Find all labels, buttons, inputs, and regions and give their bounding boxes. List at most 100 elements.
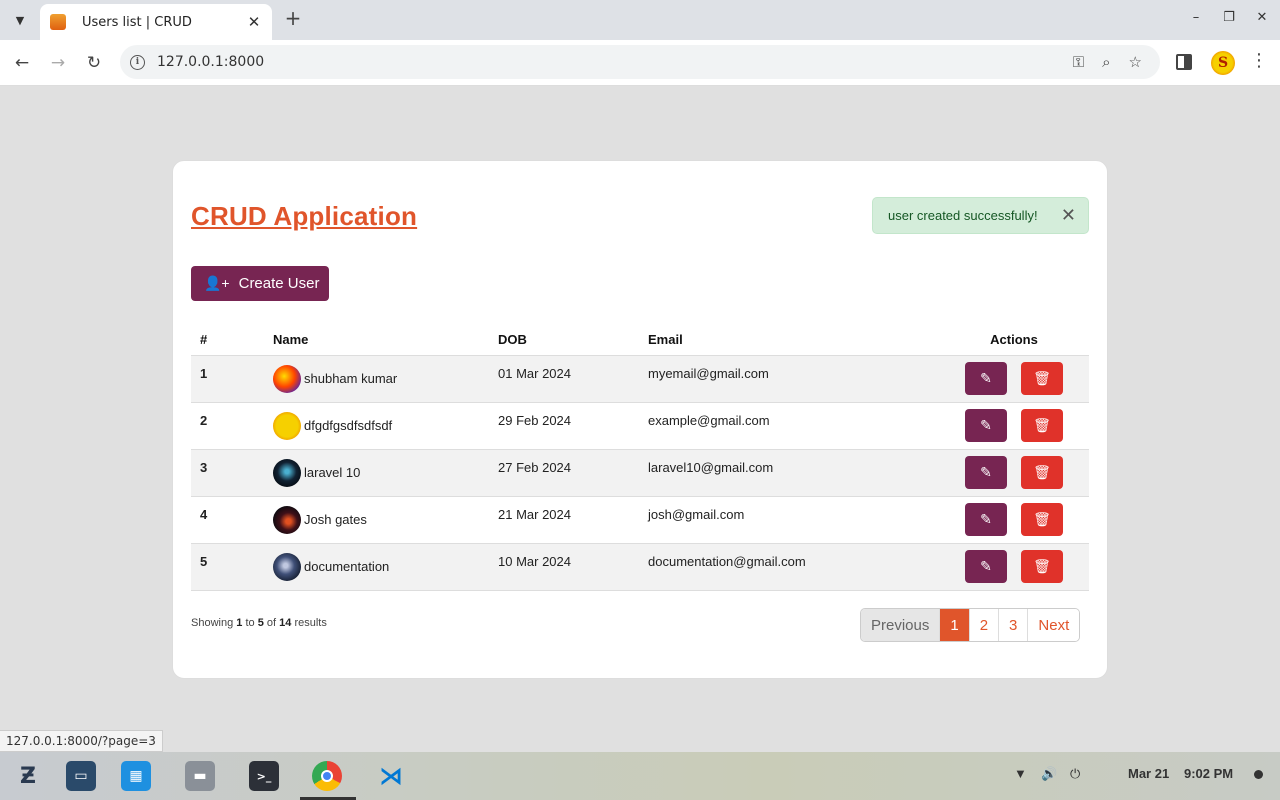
success-alert: user created successfully! ✕ [872, 197, 1089, 234]
edit-button[interactable]: ✎ [965, 550, 1007, 583]
taskbar-time[interactable]: 9:02 PM [1184, 766, 1233, 781]
database-favicon-icon [50, 14, 66, 30]
pagination: Previous 1 2 3 Next [860, 608, 1081, 642]
taskbar-date[interactable]: Mar 21 [1128, 766, 1169, 781]
trash-icon: 🗑 [1033, 370, 1051, 386]
create-user-button[interactable]: 👤+ Create User [191, 266, 329, 301]
window-close-icon[interactable]: ✕ [1252, 10, 1272, 25]
side-panel-icon[interactable] [1176, 54, 1192, 70]
page-3-button[interactable]: 3 [998, 609, 1028, 641]
header-email: Email [639, 325, 939, 356]
volume-icon[interactable]: 🔊 [1041, 766, 1057, 782]
table-row: 2 dfgdfgsdfsdfsdf 29 Feb 2024 example@gm… [191, 402, 1089, 450]
user-name: documentation [304, 559, 390, 574]
previous-page-button[interactable]: Previous [861, 609, 940, 641]
bookmark-star-icon[interactable]: ☆ [1129, 53, 1142, 71]
workspaces-icon[interactable]: ▭ [66, 761, 96, 791]
user-avatar [273, 552, 301, 581]
user-name: dfgdfgsdfsdfsdf [304, 418, 393, 433]
trash-icon: 🗑 [1033, 417, 1051, 433]
user-name: Josh gates [304, 512, 367, 527]
table-row: 5 documentation 10 Mar 2024 documentatio… [191, 543, 1089, 591]
user-name: laravel 10 [304, 465, 361, 480]
user-dob: 29 Feb 2024 [489, 402, 639, 450]
edit-button[interactable]: ✎ [965, 456, 1007, 489]
software-store-icon[interactable]: ▦ [121, 761, 151, 791]
browser-toolbar: ← → ↻ i 127.0.0.1:8000 ⚿ ⌕ ☆ S ⋮ [0, 40, 1280, 86]
reload-icon[interactable]: ↻ [82, 51, 106, 75]
key-icon[interactable]: ⚿ [1073, 53, 1084, 71]
create-user-label: Create User [238, 275, 320, 292]
wifi-icon[interactable]: ▼ [1014, 766, 1027, 781]
showing-of-word: of [266, 617, 277, 629]
table-row: 1 shubham kumar 01 Mar 2024 myemail@gmai… [191, 355, 1089, 403]
tab-title: Users list | CRUD [82, 14, 192, 30]
user-avatar [273, 364, 301, 393]
user-email: josh@gmail.com [639, 496, 939, 544]
pagination-summary: Showing 1 to 5 of 14 results [191, 617, 327, 629]
header-number: # [191, 325, 264, 356]
zoom-icon[interactable]: ⌕ [1102, 53, 1110, 71]
user-plus-icon: 👤+ [204, 275, 230, 291]
row-number: 4 [191, 496, 264, 544]
edit-icon: ✎ [980, 511, 992, 527]
edit-button[interactable]: ✎ [965, 503, 1007, 536]
delete-button[interactable]: 🗑 [1021, 409, 1063, 442]
chrome-icon[interactable] [312, 761, 342, 791]
showing-from: 1 [236, 617, 243, 629]
site-info-icon[interactable]: i [130, 54, 145, 70]
user-dob: 21 Mar 2024 [489, 496, 639, 544]
power-icon[interactable]: ⏻ [1070, 766, 1080, 782]
showing-results-word: results [294, 617, 327, 629]
users-card: CRUD Application user created successful… [172, 160, 1108, 679]
user-avatar [273, 458, 301, 487]
header-name: Name [264, 325, 489, 356]
row-number: 2 [191, 402, 264, 450]
back-arrow-icon[interactable]: ← [10, 51, 34, 75]
delete-button[interactable]: 🗑 [1021, 503, 1063, 536]
user-email: laravel10@gmail.com [639, 449, 939, 497]
user-email: documentation@gmail.com [639, 543, 939, 591]
users-table: # Name DOB Email Actions 1 shubham kumar… [191, 325, 1089, 591]
user-email: myemail@gmail.com [639, 355, 939, 403]
delete-button[interactable]: 🗑 [1021, 456, 1063, 489]
tab-close-icon[interactable]: ✕ [246, 13, 262, 31]
browser-menu-icon[interactable]: ⋮ [1250, 50, 1268, 71]
files-icon[interactable]: ▬ [185, 761, 215, 791]
next-page-button[interactable]: Next [1027, 609, 1080, 641]
user-avatar [273, 411, 301, 440]
edit-icon: ✎ [980, 558, 992, 574]
table-row: 4 Josh gates 21 Mar 2024 josh@gmail.com … [191, 496, 1089, 544]
profile-avatar[interactable]: S [1211, 51, 1235, 75]
url-text[interactable]: 127.0.0.1:8000 [157, 54, 1073, 70]
trash-icon: 🗑 [1033, 464, 1051, 480]
alert-message: user created successfully! [888, 208, 1038, 223]
notification-dot-icon[interactable] [1254, 770, 1263, 779]
restore-icon[interactable]: ❐ [1219, 10, 1239, 25]
page-title[interactable]: CRUD Application [191, 201, 417, 232]
edit-button[interactable]: ✎ [965, 409, 1007, 442]
alert-close-icon[interactable]: ✕ [1061, 205, 1076, 226]
showing-to: 5 [257, 617, 264, 629]
delete-button[interactable]: 🗑 [1021, 550, 1063, 583]
tab-search-chevron-icon[interactable]: ▼ [8, 8, 32, 32]
zorin-menu-icon[interactable]: Ƶ [13, 761, 43, 791]
forward-arrow-icon[interactable]: → [46, 51, 70, 75]
edit-button[interactable]: ✎ [965, 362, 1007, 395]
address-bar[interactable]: i 127.0.0.1:8000 ⚿ ⌕ ☆ [120, 45, 1160, 79]
user-dob: 27 Feb 2024 [489, 449, 639, 497]
vscode-icon[interactable]: ⋊ [376, 761, 406, 791]
os-taskbar: Ƶ ▭ ▦ ▬ >_ ⋊ ▼ 🔊 ⏻ Mar 21 9:02 PM [0, 752, 1280, 800]
page-1-button[interactable]: 1 [939, 609, 969, 641]
browser-tab-bar: ▼ Users list | CRUD ✕ + – ❐ ✕ [0, 0, 1280, 40]
row-number: 5 [191, 543, 264, 591]
delete-button[interactable]: 🗑 [1021, 362, 1063, 395]
terminal-icon[interactable]: >_ [249, 761, 279, 791]
new-tab-plus-icon[interactable]: + [282, 8, 304, 30]
user-name: shubham kumar [304, 371, 398, 386]
row-number: 3 [191, 449, 264, 497]
browser-tab[interactable]: Users list | CRUD ✕ [40, 4, 272, 40]
page-2-button[interactable]: 2 [968, 609, 999, 641]
minimize-icon[interactable]: – [1186, 10, 1206, 25]
edit-icon: ✎ [980, 417, 992, 433]
